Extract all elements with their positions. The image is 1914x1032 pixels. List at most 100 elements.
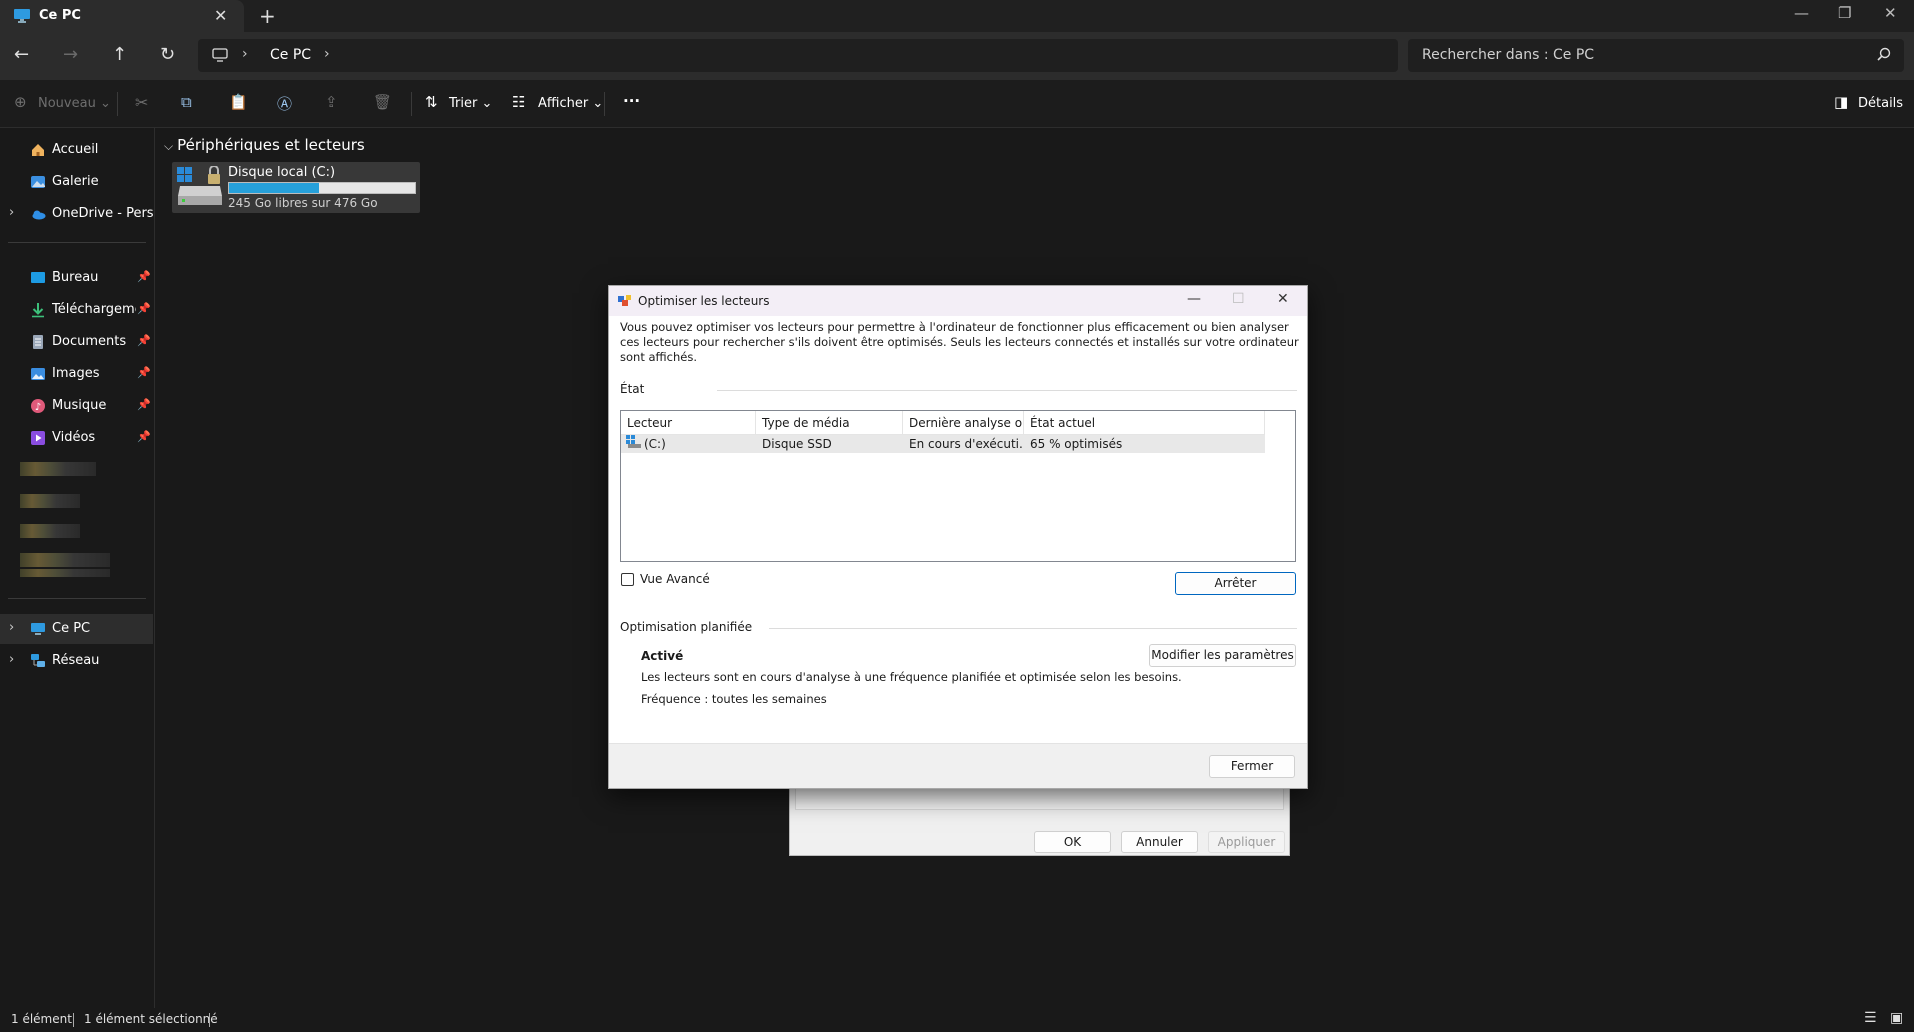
dialog-description: Vous pouvez optimiser vos lecteurs pour … <box>620 320 1299 364</box>
sidebar-item-videos[interactable]: Vidéos 📌 <box>0 423 153 453</box>
table-row[interactable]: (C:) Disque SSD En cours d'exécuti... 65… <box>621 435 1265 453</box>
dialog-maximize-button[interactable]: ☐ <box>1232 291 1245 307</box>
search-icon[interactable] <box>1876 46 1892 66</box>
search-placeholder: Rechercher dans : Ce PC <box>1422 47 1595 63</box>
video-icon <box>30 430 46 446</box>
sidebar-item-this-pc[interactable]: › Ce PC <box>0 614 153 644</box>
blurred-item <box>20 462 96 476</box>
search-input[interactable]: Rechercher dans : Ce PC <box>1408 39 1904 72</box>
delete-icon[interactable]: 🗑 <box>373 93 392 111</box>
sidebar-item-music[interactable]: ♪ Musique 📌 <box>0 391 153 421</box>
tab-ce-pc[interactable]: Ce PC ✕ <box>0 0 244 32</box>
minimize-button[interactable]: — <box>1794 4 1809 22</box>
chevron-right-icon[interactable]: › <box>9 652 14 667</box>
pin-icon: 📌 <box>137 334 151 347</box>
details-button[interactable]: Détails <box>1858 96 1903 111</box>
dialog-minimize-button[interactable]: — <box>1187 291 1201 307</box>
music-icon: ♪ <box>30 398 46 414</box>
sidebar-item-documents[interactable]: Documents 📌 <box>0 327 153 357</box>
selection-count: 1 élément sélectionné <box>84 1012 218 1026</box>
forward-arrow-icon[interactable]: → <box>63 44 78 65</box>
refresh-icon[interactable]: ↻ <box>160 44 175 65</box>
sidebar-item-desktop[interactable]: Bureau 📌 <box>0 263 153 293</box>
new-tab-button[interactable]: + <box>259 4 276 28</box>
download-icon <box>30 302 46 318</box>
desktop-icon <box>30 270 46 286</box>
document-icon <box>30 334 46 350</box>
status-bar: 1 élément 1 élément sélectionné ☰ ▣ <box>0 1008 1914 1032</box>
apply-button[interactable]: Appliquer <box>1208 831 1285 853</box>
share-icon[interactable]: ⇪ <box>325 93 338 111</box>
details-pane-icon[interactable]: ◨ <box>1834 93 1848 111</box>
cancel-button[interactable]: Annuler <box>1121 831 1198 853</box>
command-bar: ⊕ Nouveau ⌄ ✂ ⧉ 📋 Ⓐ ⇪ 🗑 ⇅ Trier ⌄ ☷ Affi… <box>0 80 1914 128</box>
new-button[interactable]: Nouveau ⌄ <box>38 96 111 111</box>
close-window-button[interactable]: ✕ <box>1884 4 1897 22</box>
svg-text:♪: ♪ <box>35 402 41 413</box>
breadcrumb-chevron-icon[interactable]: › <box>324 46 330 62</box>
back-arrow-icon[interactable]: ← <box>14 44 29 65</box>
dialog-close-button[interactable]: ✕ <box>1277 291 1289 307</box>
address-bar[interactable]: › Ce PC › <box>198 39 1398 72</box>
details-view-icon[interactable]: ☰ <box>1864 1010 1877 1026</box>
pin-icon: 📌 <box>137 270 151 283</box>
tab-close-icon[interactable]: ✕ <box>214 6 227 25</box>
view-button[interactable]: Afficher ⌄ <box>538 96 603 111</box>
chevron-right-icon[interactable]: › <box>9 205 14 220</box>
view-icon[interactable]: ☷ <box>512 93 525 111</box>
home-icon <box>30 142 46 158</box>
more-options-button[interactable]: ··· <box>623 92 640 110</box>
chevron-right-icon[interactable]: › <box>9 620 14 635</box>
add-icon[interactable]: ⊕ <box>14 93 27 111</box>
cut-icon[interactable]: ✂ <box>135 93 148 112</box>
computer-icon <box>14 9 30 27</box>
list-header: Lecteur Type de média Dernière analyse o… <box>621 411 1265 435</box>
close-button[interactable]: Fermer <box>1209 755 1295 778</box>
advanced-view-label[interactable]: Vue Avancé <box>640 572 710 586</box>
row-current-state: 65 % optimisés <box>1030 437 1123 451</box>
drives-list[interactable]: Lecteur Type de média Dernière analyse o… <box>620 410 1296 562</box>
drive-tile-c[interactable]: Disque local (C:) 245 Go libres sur 476 … <box>172 162 420 213</box>
item-count: 1 élément <box>11 1012 72 1026</box>
row-last-analysis: En cours d'exécuti... <box>909 437 1022 451</box>
drive-free-space: 245 Go libres sur 476 Go <box>228 196 378 210</box>
defrag-icon <box>618 294 632 312</box>
ok-button[interactable]: OK <box>1034 831 1111 853</box>
pin-icon: 📌 <box>137 398 151 411</box>
scheduled-frequency: Fréquence : toutes les semaines <box>641 692 827 706</box>
column-drive[interactable]: Lecteur <box>621 411 756 435</box>
network-icon <box>30 653 46 669</box>
rename-icon[interactable]: Ⓐ <box>277 93 292 114</box>
navigation-pane: Accueil Galerie › OneDrive - Personal Bu… <box>0 128 155 1008</box>
copy-icon[interactable]: ⧉ <box>181 93 192 111</box>
sort-icon[interactable]: ⇅ <box>425 93 438 111</box>
group-header-devices[interactable]: ⌵ Périphériques et lecteurs <box>164 136 365 154</box>
stop-button[interactable]: Arrêter <box>1175 572 1296 595</box>
maximize-button[interactable]: ❐ <box>1838 4 1851 22</box>
tiles-view-icon[interactable]: ▣ <box>1890 1010 1903 1026</box>
sidebar-item-home[interactable]: Accueil <box>0 135 153 165</box>
column-last-analysis[interactable]: Dernière analyse o... <box>903 411 1024 435</box>
optimize-drives-dialog: Optimiser les lecteurs — ☐ ✕ Vous pouvez… <box>608 285 1308 789</box>
gallery-icon <box>30 174 46 190</box>
paste-icon[interactable]: 📋 <box>229 93 248 111</box>
dialog-title: Optimiser les lecteurs <box>638 294 770 308</box>
scheduled-description: Les lecteurs sont en cours d'analyse à u… <box>641 670 1182 684</box>
sidebar-item-images[interactable]: Images 📌 <box>0 359 153 389</box>
change-settings-button[interactable]: Modifier les paramètres <box>1149 644 1296 667</box>
breadcrumb-chevron-icon[interactable]: › <box>242 46 248 62</box>
sidebar-item-gallery[interactable]: Galerie <box>0 167 153 197</box>
address-row: ← → ↑ ↻ › Ce PC › Rechercher dans : Ce P… <box>0 32 1914 80</box>
sidebar-item-downloads[interactable]: Téléchargements 📌 <box>0 295 153 325</box>
sort-button[interactable]: Trier ⌄ <box>449 96 492 111</box>
sidebar-item-network[interactable]: › Réseau <box>0 646 153 676</box>
breadcrumb-ce-pc[interactable]: Ce PC <box>270 47 311 63</box>
column-current-state[interactable]: État actuel <box>1024 411 1265 435</box>
pin-icon: 📌 <box>137 366 151 379</box>
chevron-down-icon[interactable]: ⌵ <box>164 139 173 153</box>
sidebar-item-onedrive[interactable]: › OneDrive - Personal <box>0 199 154 229</box>
up-arrow-icon[interactable]: ↑ <box>112 44 127 65</box>
computer-icon <box>30 621 46 637</box>
advanced-view-checkbox[interactable] <box>621 573 634 586</box>
column-media-type[interactable]: Type de média <box>756 411 903 435</box>
